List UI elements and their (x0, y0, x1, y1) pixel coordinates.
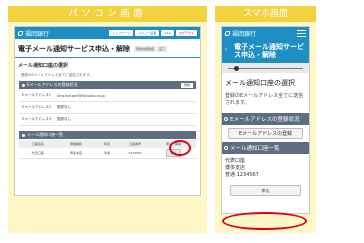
intro-text: 登録のEメールアドレス全てに送信されます。 (21, 73, 93, 77)
email-status-bar: Eメールアドレスの登録状況 登録 (19, 81, 196, 89)
email-row: Eメールアドレス2 登録なし (19, 102, 196, 114)
progress-marker (234, 66, 239, 71)
nav-menu-button[interactable]: メニュー画面 (135, 30, 160, 36)
table-header-cell: 科目 (103, 142, 110, 146)
email-status-label: Eメールアドレスの登録状況 (27, 82, 78, 87)
progress-indicator (222, 63, 309, 73)
sp-account-list-bar: メール通知口座一覧 (222, 142, 309, 154)
sp-email-status-label: Eメールアドレスの登録状況 (230, 117, 300, 123)
pc-nav: トップページ メニュー画面 Q&A ログアウト (109, 30, 197, 36)
highlight-circle (222, 212, 307, 230)
section-title: メール通知口座の選択 (18, 63, 69, 69)
sp-screen: 福岡銀行 ‹ 電子メール通知サービス申込・解除 メール通知口座の選択 登録のEメ… (221, 26, 310, 214)
sp-email-status-bar: Eメールアドレスの登録状況 (222, 113, 309, 125)
highlight-circle (169, 140, 191, 156)
pc-panel: パソコン画面 福岡銀行 トップページ メニュー画面 Q&A ログアウト 電子メー… (8, 6, 207, 233)
email-value: taro.fukugin@fukuoka.co.jp (57, 93, 105, 98)
progress-track (228, 68, 303, 69)
table-header-cell: 口座番号 (128, 142, 141, 146)
sp-section-title: メール通知口座の選択 (225, 79, 295, 87)
sp-intro-text: 登録のEメールアドレス全てに送信されます。 (225, 93, 304, 106)
pc-title-row: 電子メール通知サービス申込・解除 登録内容確認 完了 (15, 39, 200, 58)
table-header-cell: 預金種目 (69, 142, 82, 146)
sp-apply-button[interactable]: 申込 (230, 185, 301, 196)
sp-page-title: 電子メール通知サービス申込・解除 (234, 43, 304, 59)
bank-logo-icon (225, 31, 230, 36)
sp-register-button[interactable]: Eメールアドレスの登録 (228, 128, 303, 139)
bullet-icon (224, 146, 228, 150)
page-title: 電子メール通知サービス申込・解除 (18, 45, 130, 53)
sp-title-bar: ‹ 電子メール通知サービス申込・解除 (222, 40, 309, 63)
pc-logo[interactable]: 福岡銀行 (18, 29, 49, 38)
email-row: Eメールアドレス3 登録なし (19, 114, 196, 126)
step-indicator: 登録内容確認 完了 (134, 46, 168, 52)
email-row: Eメールアドレス1 taro.fukugin@fukuoka.co.jp (19, 90, 196, 102)
list-item: 代表口座 博多支店 普通 1234567 (222, 154, 309, 183)
account-number: 普通 1234567 (225, 172, 259, 178)
table-cell: 博多支店 (69, 151, 82, 155)
account-list-label: メール通知口座一覧 (27, 132, 63, 137)
table-cell: 普通 (103, 151, 110, 155)
email-label: Eメールアドレス3 (22, 117, 51, 121)
step-1: 登録内容確認 (134, 46, 157, 52)
back-icon[interactable]: ‹ (225, 46, 227, 54)
pc-caption: パソコン画面 (8, 6, 207, 22)
sp-logo-text: 福岡銀行 (232, 31, 257, 38)
table-header-cell: 口座店名 (31, 142, 44, 146)
bank-logo-icon (18, 30, 23, 36)
sp-header: 福岡銀行 (222, 27, 309, 40)
bullet-icon (22, 133, 25, 137)
hamburger-menu-icon[interactable] (297, 30, 306, 37)
step-2: 完了 (157, 46, 168, 52)
email-label: Eメールアドレス1 (22, 93, 51, 97)
table-cell: 1234567 (128, 151, 142, 155)
bullet-icon (224, 117, 228, 121)
nav-qa-button[interactable]: Q&A (161, 30, 174, 36)
account-type: 代表口座 (225, 158, 246, 164)
table-cell: 代表口座 (31, 151, 44, 155)
pc-logo-text: 福岡銀行 (25, 30, 50, 38)
nav-top-button[interactable]: トップページ (109, 30, 134, 36)
sp-account-list-label: メール通知口座一覧 (230, 146, 280, 152)
sp-panel: スマホ画面 福岡銀行 ‹ 電子メール通知サービス申込・解除 メール通知口座の選択… (215, 6, 316, 233)
pc-screen: 福岡銀行 トップページ メニュー画面 Q&A ログアウト 電子メール通知サービス… (14, 26, 201, 196)
email-value: 登録なし (57, 117, 71, 121)
account-list-bar: メール通知口座一覧 (19, 131, 196, 139)
account-branch: 博多支店 (225, 165, 246, 171)
sp-caption: スマホ画面 (215, 6, 316, 22)
nav-logout-button[interactable]: ログアウト (175, 30, 197, 36)
email-value: 登録なし (57, 105, 71, 109)
register-button[interactable]: 登録 (180, 82, 193, 88)
bullet-icon (22, 83, 25, 87)
email-label: Eメールアドレス2 (22, 105, 51, 109)
pc-header: 福岡銀行 トップページ メニュー画面 Q&A ログアウト (15, 27, 200, 39)
